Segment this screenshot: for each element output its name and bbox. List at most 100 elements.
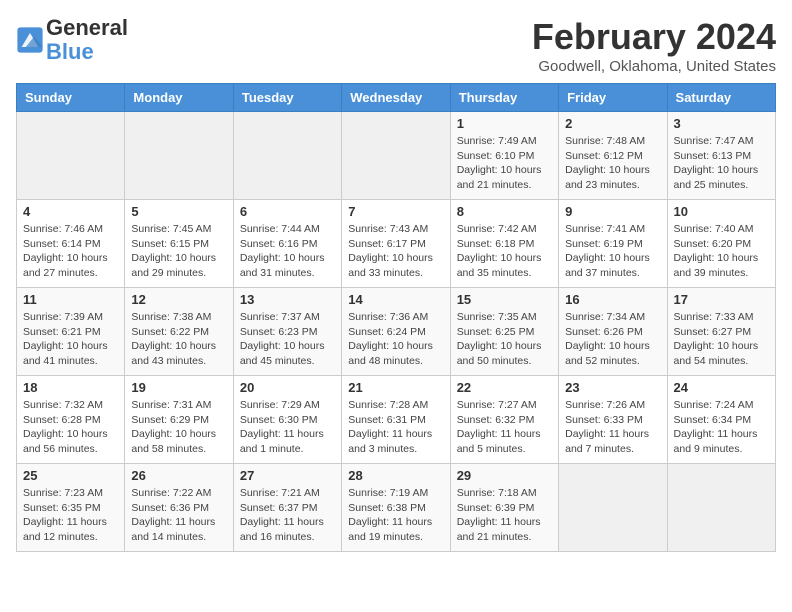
day-number: 3 (674, 116, 769, 131)
logo-line1: General (46, 16, 128, 40)
weekday-header-wednesday: Wednesday (342, 84, 450, 112)
weekday-header-tuesday: Tuesday (233, 84, 341, 112)
calendar-cell (125, 112, 233, 200)
day-info: Sunrise: 7:44 AMSunset: 6:16 PMDaylight:… (240, 222, 335, 281)
calendar-cell (667, 464, 775, 552)
calendar-cell: 17 Sunrise: 7:33 AMSunset: 6:27 PMDayligh… (667, 288, 775, 376)
day-info: Sunrise: 7:46 AMSunset: 6:14 PMDaylight:… (23, 222, 118, 281)
day-number: 27 (240, 468, 335, 483)
day-number: 2 (565, 116, 660, 131)
day-info: Sunrise: 7:31 AMSunset: 6:29 PMDaylight:… (131, 398, 226, 457)
day-info: Sunrise: 7:47 AMSunset: 6:13 PMDaylight:… (674, 134, 769, 193)
logo-icon (16, 26, 44, 54)
day-info: Sunrise: 7:40 AMSunset: 6:20 PMDaylight:… (674, 222, 769, 281)
day-info: Sunrise: 7:32 AMSunset: 6:28 PMDaylight:… (23, 398, 118, 457)
calendar-cell: 1Sunrise: 7:49 AMSunset: 6:10 PMDaylight… (450, 112, 558, 200)
day-info: Sunrise: 7:33 AMSunset: 6:27 PMDaylight:… (674, 310, 769, 369)
logo-line2: Blue (46, 40, 128, 64)
day-number: 23 (565, 380, 660, 395)
calendar-cell: 28Sunrise: 7:19 AMSunset: 6:38 PMDayligh… (342, 464, 450, 552)
weekday-header-saturday: Saturday (667, 84, 775, 112)
day-info: Sunrise: 7:43 AMSunset: 6:17 PMDaylight:… (348, 222, 443, 281)
calendar-cell: 27Sunrise: 7:21 AMSunset: 6:37 PMDayligh… (233, 464, 341, 552)
weekday-header-sunday: Sunday (17, 84, 125, 112)
calendar-cell: 14 Sunrise: 7:36 AMSunset: 6:24 PMDayligh… (342, 288, 450, 376)
weekday-header-monday: Monday (125, 84, 233, 112)
calendar-cell: 16 Sunrise: 7:34 AMSunset: 6:26 PMDayligh… (559, 288, 667, 376)
calendar-cell: 9Sunrise: 7:41 AMSunset: 6:19 PMDaylight… (559, 200, 667, 288)
calendar-header: SundayMondayTuesdayWednesdayThursdayFrid… (17, 84, 776, 112)
day-number: 17 (674, 292, 769, 307)
day-info: Sunrise: 7:48 AMSunset: 6:12 PMDaylight:… (565, 134, 660, 193)
day-info: Sunrise: 7:36 AMSunset: 6:24 PMDaylight:… (348, 310, 443, 369)
calendar-cell: 25Sunrise: 7:23 AMSunset: 6:35 PMDayligh… (17, 464, 125, 552)
day-number: 8 (457, 204, 552, 219)
day-number: 13 (240, 292, 335, 307)
day-info: Sunrise: 7:45 AMSunset: 6:15 PMDaylight:… (131, 222, 226, 281)
calendar-cell (17, 112, 125, 200)
day-info: Sunrise: 7:28 AMSunset: 6:31 PMDaylight:… (348, 398, 443, 457)
page-header: General Blue February 2024 Goodwell, Okl… (16, 16, 776, 75)
calendar-week-1: 4 Sunrise: 7:46 AMSunset: 6:14 PMDaylight… (17, 200, 776, 288)
day-info: Sunrise: 7:37 AMSunset: 6:23 PMDaylight:… (240, 310, 335, 369)
calendar-cell: 15Sunrise: 7:35 AMSunset: 6:25 PMDayligh… (450, 288, 558, 376)
calendar-cell: 29 Sunrise: 7:18 AMSunset: 6:39 PMDayligh… (450, 464, 558, 552)
calendar-cell: 18 Sunrise: 7:32 AMSunset: 6:28 PMDayligh… (17, 376, 125, 464)
calendar-cell: 13 Sunrise: 7:37 AMSunset: 6:23 PMDayligh… (233, 288, 341, 376)
calendar-cell: 20 Sunrise: 7:29 AMSunset: 6:30 PMDayligh… (233, 376, 341, 464)
day-info: Sunrise: 7:18 AMSunset: 6:39 PMDaylight:… (457, 486, 552, 545)
day-info: Sunrise: 7:22 AMSunset: 6:36 PMDaylight:… (131, 486, 226, 545)
day-number: 4 (23, 204, 118, 219)
day-number: 16 (565, 292, 660, 307)
calendar-cell: 10Sunrise: 7:40 AMSunset: 6:20 PMDayligh… (667, 200, 775, 288)
day-number: 20 (240, 380, 335, 395)
calendar-cell: 5 Sunrise: 7:45 AMSunset: 6:15 PMDaylight… (125, 200, 233, 288)
day-info: Sunrise: 7:27 AMSunset: 6:32 PMDaylight:… (457, 398, 552, 457)
day-number: 21 (348, 380, 443, 395)
day-number: 26 (131, 468, 226, 483)
calendar-week-2: 11 Sunrise: 7:39 AMSunset: 6:21 PMDayligh… (17, 288, 776, 376)
calendar-cell: 11 Sunrise: 7:39 AMSunset: 6:21 PMDayligh… (17, 288, 125, 376)
day-info: Sunrise: 7:34 AMSunset: 6:26 PMDaylight:… (565, 310, 660, 369)
title-section: February 2024 Goodwell, Oklahoma, United… (532, 16, 776, 75)
day-number: 5 (131, 204, 226, 219)
day-info: Sunrise: 7:19 AMSunset: 6:38 PMDaylight:… (348, 486, 443, 545)
day-number: 11 (23, 292, 118, 307)
calendar-week-0: 1Sunrise: 7:49 AMSunset: 6:10 PMDaylight… (17, 112, 776, 200)
day-number: 22 (457, 380, 552, 395)
calendar-cell: 23Sunrise: 7:26 AMSunset: 6:33 PMDayligh… (559, 376, 667, 464)
day-number: 19 (131, 380, 226, 395)
calendar-cell (233, 112, 341, 200)
day-number: 6 (240, 204, 335, 219)
calendar-week-3: 18 Sunrise: 7:32 AMSunset: 6:28 PMDayligh… (17, 376, 776, 464)
day-number: 24 (674, 380, 769, 395)
day-number: 9 (565, 204, 660, 219)
day-number: 12 (131, 292, 226, 307)
calendar-cell: 24Sunrise: 7:24 AMSunset: 6:34 PMDayligh… (667, 376, 775, 464)
calendar-cell: 22 Sunrise: 7:27 AMSunset: 6:32 PMDayligh… (450, 376, 558, 464)
month-title: February 2024 (532, 16, 776, 58)
calendar-cell: 7 Sunrise: 7:43 AMSunset: 6:17 PMDaylight… (342, 200, 450, 288)
calendar-cell: 2 Sunrise: 7:48 AMSunset: 6:12 PMDaylight… (559, 112, 667, 200)
day-number: 18 (23, 380, 118, 395)
calendar-cell: 26 Sunrise: 7:22 AMSunset: 6:36 PMDayligh… (125, 464, 233, 552)
calendar-cell: 19 Sunrise: 7:31 AMSunset: 6:29 PMDayligh… (125, 376, 233, 464)
calendar-cell: 4 Sunrise: 7:46 AMSunset: 6:14 PMDaylight… (17, 200, 125, 288)
day-number: 29 (457, 468, 552, 483)
day-info: Sunrise: 7:29 AMSunset: 6:30 PMDaylight:… (240, 398, 335, 457)
day-info: Sunrise: 7:38 AMSunset: 6:22 PMDaylight:… (131, 310, 226, 369)
calendar-cell: 3 Sunrise: 7:47 AMSunset: 6:13 PMDaylight… (667, 112, 775, 200)
calendar-table: SundayMondayTuesdayWednesdayThursdayFrid… (16, 83, 776, 552)
day-number: 14 (348, 292, 443, 307)
calendar-cell (559, 464, 667, 552)
day-number: 15 (457, 292, 552, 307)
calendar-cell: 21 Sunrise: 7:28 AMSunset: 6:31 PMDayligh… (342, 376, 450, 464)
calendar-body: 1Sunrise: 7:49 AMSunset: 6:10 PMDaylight… (17, 112, 776, 552)
calendar-week-4: 25Sunrise: 7:23 AMSunset: 6:35 PMDayligh… (17, 464, 776, 552)
day-number: 25 (23, 468, 118, 483)
day-info: Sunrise: 7:39 AMSunset: 6:21 PMDaylight:… (23, 310, 118, 369)
calendar-cell: 12 Sunrise: 7:38 AMSunset: 6:22 PMDayligh… (125, 288, 233, 376)
day-info: Sunrise: 7:49 AMSunset: 6:10 PMDaylight:… (457, 134, 552, 193)
location: Goodwell, Oklahoma, United States (532, 58, 776, 75)
day-number: 7 (348, 204, 443, 219)
